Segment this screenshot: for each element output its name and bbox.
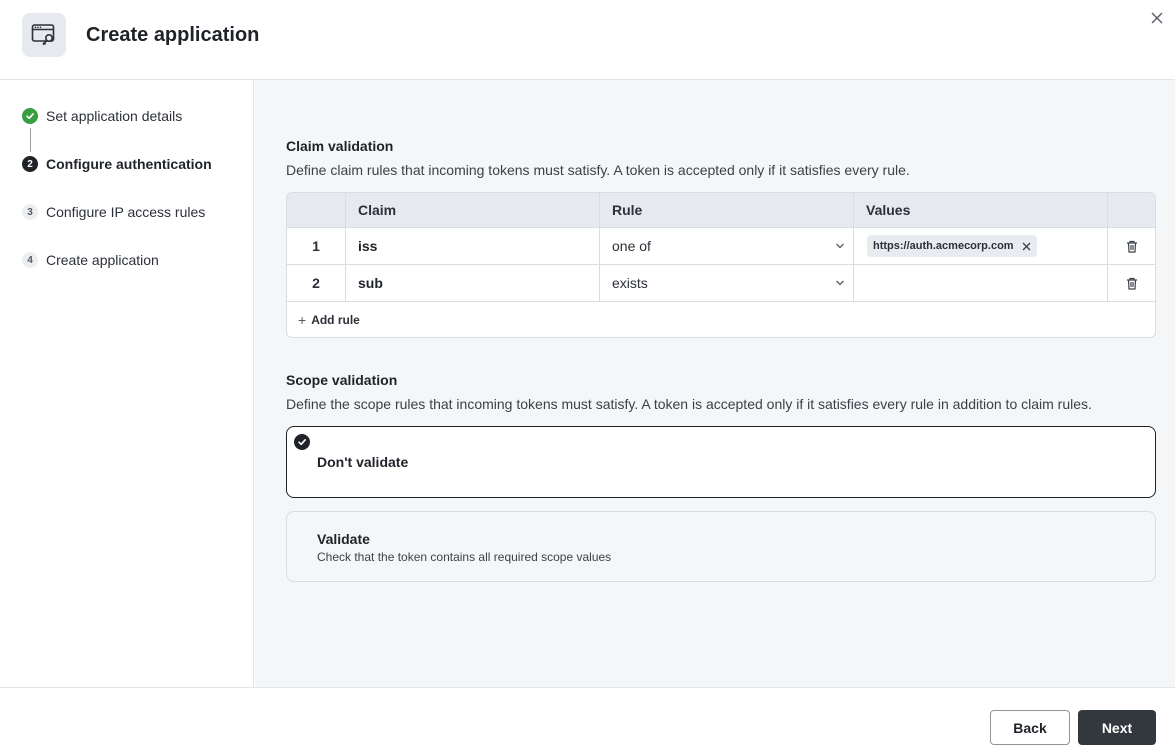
value-chip-label: https://auth.acmecorp.com bbox=[873, 240, 1014, 252]
application-key-icon bbox=[22, 13, 66, 57]
step-number: 4 bbox=[22, 252, 38, 268]
chevron-down-icon bbox=[836, 243, 844, 249]
delete-rule-button[interactable] bbox=[1108, 228, 1155, 264]
column-header-actions bbox=[1108, 193, 1155, 227]
scope-validation-description: Define the scope rules that incoming tok… bbox=[286, 396, 1092, 412]
table-row: 2 sub exists bbox=[287, 265, 1155, 302]
option-title: Don't validate bbox=[317, 454, 409, 470]
back-button[interactable]: Back bbox=[990, 710, 1070, 745]
claims-table: Claim Rule Values 1 iss one of https://a… bbox=[286, 192, 1156, 338]
column-divider bbox=[345, 193, 346, 302]
column-header-values: Values bbox=[866, 202, 911, 218]
rule-select[interactable]: one of bbox=[612, 228, 853, 264]
check-circle-icon bbox=[294, 434, 310, 450]
chevron-down-icon bbox=[836, 280, 844, 286]
add-rule-button[interactable]: + Add rule bbox=[298, 312, 360, 328]
step-label: Create application bbox=[46, 252, 159, 268]
delete-rule-button[interactable] bbox=[1108, 265, 1155, 301]
values-cell[interactable] bbox=[867, 265, 1107, 301]
option-dont-validate[interactable]: Don't validate bbox=[286, 426, 1156, 498]
claim-validation-description: Define claim rules that incoming tokens … bbox=[286, 162, 910, 178]
row-index: 1 bbox=[312, 238, 320, 254]
option-validate[interactable]: Validate Check that the token contains a… bbox=[286, 511, 1156, 582]
page-title: Create application bbox=[86, 24, 260, 46]
step-connector bbox=[30, 128, 31, 152]
column-header-claim: Claim bbox=[358, 202, 397, 218]
values-cell[interactable]: https://auth.acmecorp.com bbox=[867, 228, 1107, 264]
main-content: Claim validation Define claim rules that… bbox=[255, 80, 1175, 687]
dialog-header: Create application bbox=[0, 0, 1175, 80]
add-rule-label: Add rule bbox=[311, 313, 360, 327]
claim-validation-title: Claim validation bbox=[286, 138, 394, 154]
close-icon[interactable] bbox=[1147, 8, 1167, 28]
claim-name[interactable]: iss bbox=[358, 228, 598, 264]
scope-validation-title: Scope validation bbox=[286, 372, 398, 388]
rule-select-value: one of bbox=[612, 238, 651, 254]
rule-select[interactable]: exists bbox=[612, 265, 853, 301]
column-divider bbox=[1107, 193, 1108, 302]
column-header-index bbox=[287, 193, 345, 227]
step-label: Set application details bbox=[46, 108, 183, 124]
value-chip: https://auth.acmecorp.com bbox=[867, 235, 1037, 257]
plus-icon: + bbox=[298, 312, 307, 328]
stepper-sidebar: Set application details 2 Configure auth… bbox=[0, 80, 254, 687]
trash-icon bbox=[1127, 277, 1137, 290]
step-label: Configure authentication bbox=[46, 156, 212, 172]
option-subtitle: Check that the token contains all requir… bbox=[317, 550, 612, 564]
step-set-application-details[interactable]: Set application details bbox=[22, 106, 182, 126]
table-header: Claim Rule Values bbox=[287, 193, 1155, 228]
column-divider bbox=[853, 193, 854, 302]
next-button[interactable]: Next bbox=[1078, 710, 1156, 745]
row-index: 2 bbox=[312, 275, 320, 291]
check-circle-icon bbox=[22, 108, 38, 124]
remove-value-icon[interactable] bbox=[1022, 242, 1031, 251]
dialog-footer: Back Next bbox=[0, 687, 1175, 755]
column-divider bbox=[599, 193, 600, 302]
option-title: Validate bbox=[317, 531, 370, 547]
column-header-rule: Rule bbox=[612, 202, 643, 218]
step-number: 2 bbox=[22, 156, 38, 172]
rule-select-value: exists bbox=[612, 275, 648, 291]
step-label: Configure IP access rules bbox=[46, 204, 206, 220]
step-create-application[interactable]: 4 Create application bbox=[22, 250, 159, 270]
table-row: 1 iss one of https://auth.acmecorp.com bbox=[287, 228, 1155, 265]
step-number: 3 bbox=[22, 204, 38, 220]
step-configure-authentication[interactable]: 2 Configure authentication bbox=[22, 154, 212, 174]
trash-icon bbox=[1127, 240, 1137, 253]
step-configure-ip-access-rules[interactable]: 3 Configure IP access rules bbox=[22, 202, 205, 222]
claim-name[interactable]: sub bbox=[358, 265, 598, 301]
